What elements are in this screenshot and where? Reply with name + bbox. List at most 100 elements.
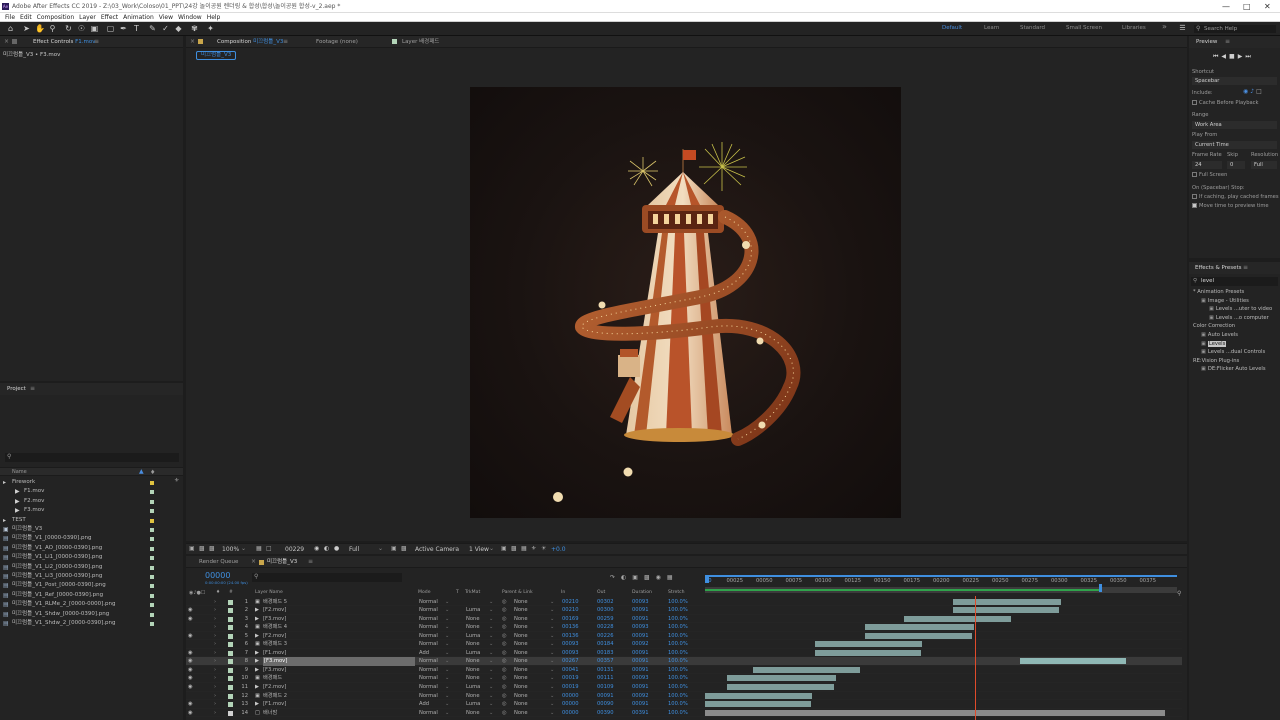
expand-triangle-icon[interactable]: › xyxy=(214,657,216,666)
duration[interactable]: 00091 xyxy=(632,606,649,615)
move-time-row[interactable]: Move time to preview time xyxy=(1192,203,1269,209)
playhead-handle[interactable] xyxy=(705,575,709,583)
expand-triangle-icon[interactable]: › xyxy=(214,623,216,632)
parent-dropdown-icon[interactable]: ⌄ xyxy=(550,615,554,624)
label-color-swatch[interactable] xyxy=(228,710,233,716)
parent-pickwhip-icon[interactable]: ◎ xyxy=(502,709,507,718)
current-time-display[interactable]: 00229 xyxy=(285,546,304,553)
pen-tool-icon[interactable]: ✒ xyxy=(119,24,128,33)
expand-triangle-icon[interactable]: › xyxy=(214,598,216,607)
view-layout-select[interactable]: 1 View xyxy=(469,546,489,553)
duration[interactable]: 00093 xyxy=(632,674,649,683)
label-header-icon[interactable]: ♦ xyxy=(216,590,220,595)
layer-name[interactable]: [F2.mov] xyxy=(263,606,286,615)
mode-dropdown-icon[interactable]: ⌄ xyxy=(445,615,449,624)
layer-duration-bar[interactable] xyxy=(753,666,860,673)
stretch[interactable]: 100.0% xyxy=(668,657,688,666)
comp-navigator-pill[interactable]: 미끄럼틀_V3 xyxy=(196,51,237,60)
expand-triangle-icon[interactable]: › xyxy=(214,632,216,641)
in-header[interactable]: In xyxy=(561,590,565,595)
move-time-checkbox[interactable] xyxy=(1192,203,1197,208)
menu-layer[interactable]: Layer xyxy=(79,13,96,22)
timeline-layer-row[interactable]: ◉ › 9 ▶ [F3.mov] Normal ⌄ None ⌄ ◎ None ⌄ 00041 00131… xyxy=(186,666,1182,675)
search-help-field[interactable]: ⚲ Search Help xyxy=(1194,25,1276,33)
project-item[interactable]: ▤ 미끄럼틀_V1_Ref_[0000-0390].png xyxy=(0,591,183,600)
out-header[interactable]: Out xyxy=(597,590,605,595)
parent-pickwhip-icon[interactable]: ◎ xyxy=(502,640,507,649)
stretch[interactable]: 100.0% xyxy=(668,692,688,701)
maximize-icon[interactable]: □ xyxy=(1243,0,1251,13)
visibility-eye-icon[interactable]: ◉ xyxy=(188,649,193,658)
if-caching-row[interactable]: If caching, play cached frames xyxy=(1192,194,1279,200)
timeline-layer-row[interactable]: ◉ › 10 ▣ 배경패드 Normal ⌄ None ⌄ ◎ None ⌄ 00019 00111 000… xyxy=(186,674,1182,683)
trkmat-dropdown-icon[interactable]: ⌄ xyxy=(489,683,493,692)
label-color-swatch[interactable] xyxy=(228,599,233,605)
workspace-libraries[interactable]: Libraries xyxy=(1122,25,1146,31)
parent-pickwhip-icon[interactable]: ◎ xyxy=(502,606,507,615)
mode-dropdown-icon[interactable]: ⌄ xyxy=(445,709,449,718)
layer-name[interactable]: 배경패드 4 xyxy=(263,623,287,632)
timeline-layer-row[interactable]: ◉ › 13 ▶ [F1.mov] Add ⌄ Luma ⌄ ◎ None ⌄ 00000 00090 00… xyxy=(186,700,1182,709)
timeline-layer-row[interactable]: › 6 ▣ 배경패드 3 Normal ⌄ None ⌄ ◎ None ⌄ 00093 00184 000… xyxy=(186,640,1182,649)
parent-pickwhip-icon[interactable]: ◎ xyxy=(502,623,507,632)
effects-tree-item[interactable]: ▣ Levels xyxy=(1201,340,1227,347)
rotate-tool-icon[interactable]: ↻ xyxy=(64,24,73,33)
av-switches-icon[interactable]: ◉♪●☐ xyxy=(189,590,205,596)
expand-triangle-icon[interactable]: › xyxy=(214,606,216,615)
monitor-icon[interactable]: ▩ xyxy=(199,545,205,552)
duration[interactable]: 00092 xyxy=(632,692,649,701)
snapshot-icon[interactable]: ▩ xyxy=(209,545,215,552)
expand-triangle-icon[interactable]: › xyxy=(214,666,216,675)
timeline-timecode[interactable]: 00000 xyxy=(205,571,230,580)
label-color-swatch[interactable] xyxy=(150,528,154,532)
menu-edit[interactable]: Edit xyxy=(20,13,32,22)
stretch[interactable]: 100.0% xyxy=(668,632,688,641)
layer-name[interactable]: [F3.mov] xyxy=(263,615,286,624)
eraser-tool-icon[interactable]: ◆ xyxy=(174,24,183,33)
timeline-layer-row[interactable]: › 4 ▣ 배경패드 4 Normal ⌄ None ⌄ ◎ None ⌄ 00136 00228 000… xyxy=(186,623,1182,632)
parent-select[interactable]: None xyxy=(514,709,528,718)
effects-tree-item[interactable]: RE:Vision Plug-ins xyxy=(1193,358,1239,364)
duration[interactable]: 00391 xyxy=(632,709,649,718)
close-timeline-tab-icon[interactable]: × xyxy=(251,558,256,565)
layer-tab[interactable]: Layer 배경패드 xyxy=(402,38,439,47)
mode-dropdown-icon[interactable]: ⌄ xyxy=(445,700,449,709)
camera-snapshot-icon[interactable]: ◉ xyxy=(314,545,319,552)
zoom-tool-icon[interactable]: ⚲ xyxy=(48,24,57,33)
duration[interactable]: 00093 xyxy=(632,623,649,632)
label-color-swatch[interactable] xyxy=(150,481,154,485)
stretch[interactable]: 100.0% xyxy=(668,598,688,607)
stretch[interactable]: 100.0% xyxy=(668,640,688,649)
layer-mode-select[interactable]: Add xyxy=(419,649,429,658)
label-color-swatch[interactable] xyxy=(228,702,233,708)
composition-tab[interactable]: Composition 미끄럼틀_V3 xyxy=(217,38,283,47)
range-select[interactable]: Work Area xyxy=(1192,121,1277,129)
expand-triangle-icon[interactable]: › xyxy=(214,674,216,683)
grid-icon[interactable]: ▦ xyxy=(256,545,262,552)
trkmat-dropdown-icon[interactable]: ⌄ xyxy=(489,615,493,624)
duration-header[interactable]: Duration xyxy=(632,590,652,595)
include-overlays-icon[interactable]: □ xyxy=(1256,88,1264,95)
timeline-layer-row[interactable]: ◉ › 7 ▶ [F1.mov] Add ⌄ Luma ⌄ ◎ None ⌄ 00093 00183 000… xyxy=(186,649,1182,658)
layer-name[interactable]: 배경패드 5 xyxy=(263,598,287,607)
trkmat-select[interactable]: None xyxy=(466,692,480,701)
stretch[interactable]: 100.0% xyxy=(668,666,688,675)
work-area-top-bar[interactable] xyxy=(705,575,1177,577)
out-point[interactable]: 00228 xyxy=(597,623,614,632)
effects-tree-item[interactable]: ▣ Levels ...dual Controls xyxy=(1201,349,1265,355)
visibility-eye-icon[interactable]: ◉ xyxy=(188,700,193,709)
visibility-eye-icon[interactable]: ◉ xyxy=(188,674,193,683)
label-color-swatch[interactable] xyxy=(228,693,233,699)
close-icon[interactable]: ✕ xyxy=(1264,0,1271,13)
stretch[interactable]: 100.0% xyxy=(668,649,688,658)
expand-triangle-icon[interactable]: › xyxy=(214,709,216,718)
effects-tree-item[interactable]: ▣ Auto Levels xyxy=(1201,332,1238,338)
close-comp-tab-icon[interactable]: × xyxy=(190,38,195,45)
view-dropdown-icon[interactable]: ⌄ xyxy=(489,545,494,552)
label-color-swatch[interactable] xyxy=(228,616,233,622)
parent-select[interactable]: None xyxy=(514,649,528,658)
fast-previews-icon[interactable]: ▩ xyxy=(511,545,517,552)
parent-dropdown-icon[interactable]: ⌄ xyxy=(550,666,554,675)
menu-help[interactable]: Help xyxy=(207,13,221,22)
type-tool-icon[interactable]: T xyxy=(132,24,141,33)
